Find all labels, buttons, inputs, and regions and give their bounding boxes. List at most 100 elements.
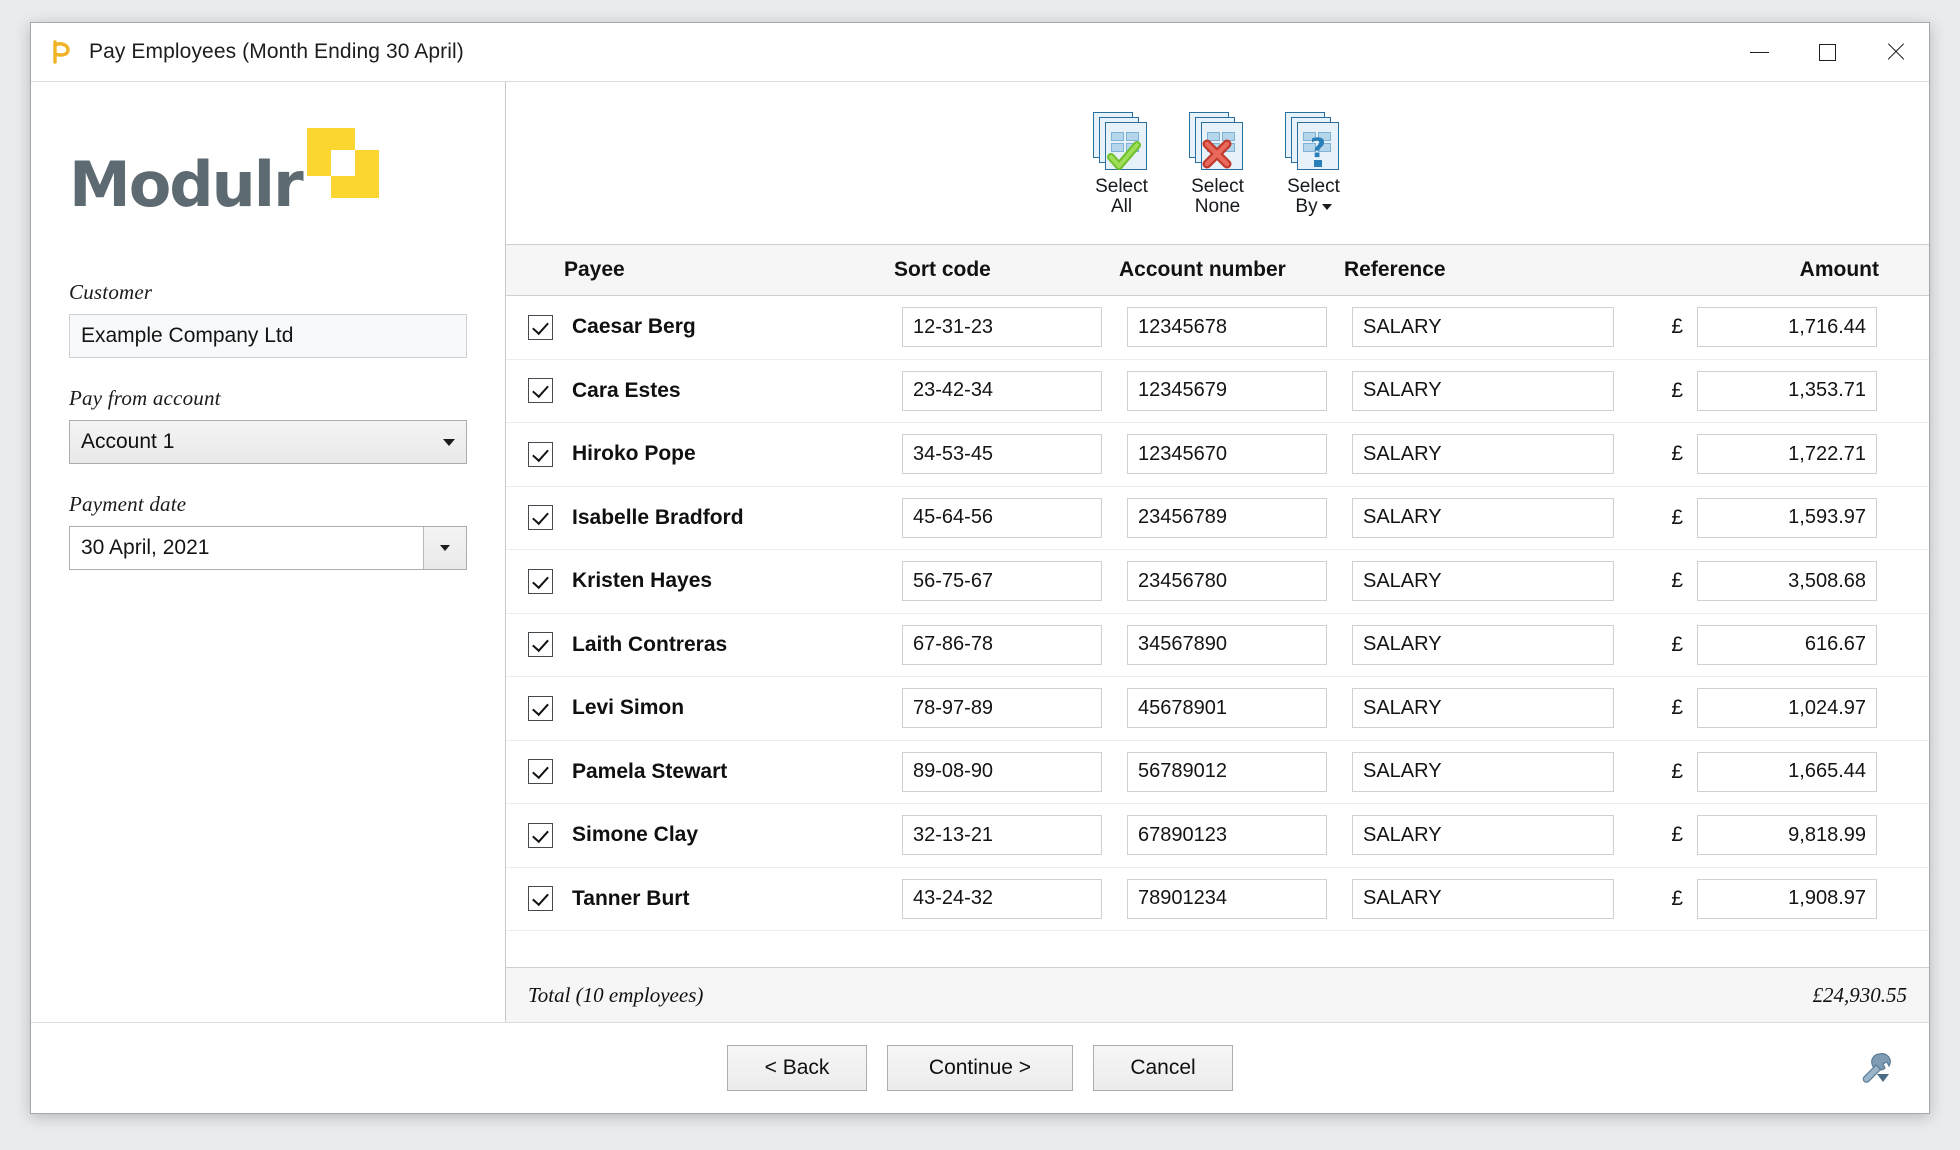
pay-from-account-select[interactable]: Account 1 [69,420,467,464]
payment-date-picker[interactable]: 30 April, 2021 [69,526,467,570]
row-reference-input[interactable]: SALARY [1352,624,1614,665]
totals-label: Total (10 employees) [528,982,704,1007]
row-amount-input[interactable]: 1,593.97 [1697,497,1877,538]
row-account-number-input-cell: 78901234 [1127,878,1352,919]
row-payee-name: Simone Clay [572,823,699,847]
main-panel: Select All Select None ? Select By Payee… [506,82,1929,1022]
titlebar-left: Pay Employees (Month Ending 30 April) [31,39,464,65]
table-row[interactable]: Caesar Berg 12-31-23 12345678 SALARY £1,716.… [506,296,1929,360]
row-checkbox[interactable] [528,695,553,721]
row-currency-symbol: £ [1671,823,1683,847]
header-account-number: Account number [1119,258,1286,281]
row-reference-input-cell: SALARY [1352,307,1637,348]
row-sort-code-input[interactable]: 56-75-67 [902,561,1102,602]
row-sort-code-input[interactable]: 43-24-32 [902,878,1102,919]
row-amount-input-cell: 1,593.97 [1697,497,1887,538]
table-row[interactable]: Cara Estes 23-42-34 12345679 SALARY £1,353.7… [506,360,1929,423]
cancel-button[interactable]: Cancel [1093,1045,1233,1091]
payment-date-dropdown-button[interactable] [423,527,466,569]
row-amount-input[interactable]: 1,908.97 [1697,878,1877,919]
row-amount-input[interactable]: 3,508.68 [1697,561,1877,602]
row-sort-code-input[interactable]: 12-31-23 [902,307,1102,348]
table-row[interactable]: Laith Contreras 67-86-78 34567890 SALARY £61… [506,614,1929,677]
row-checkbox[interactable] [528,505,553,531]
continue-button[interactable]: Continue > [887,1045,1073,1091]
row-reference-input[interactable]: SALARY [1352,370,1614,411]
chevron-down-icon [443,438,455,446]
row-amount-input-cell: 616.67 [1697,624,1887,665]
row-sort-code-input[interactable]: 67-86-78 [902,624,1102,665]
row-sort-code-input[interactable]: 32-13-21 [902,815,1102,856]
pay-from-account-label: Pay from account [69,386,221,410]
close-button[interactable] [1861,23,1929,81]
row-account-number-input[interactable]: 56789012 [1127,751,1327,792]
window-title: Pay Employees (Month Ending 30 April) [89,40,464,63]
customer-input[interactable]: Example Company Ltd [69,314,467,358]
row-account-number-input[interactable]: 23456789 [1127,497,1327,538]
row-account-number-input[interactable]: 12345670 [1127,434,1327,475]
row-reference-input[interactable]: SALARY [1352,688,1614,729]
row-amount-input[interactable]: 1,716.44 [1697,307,1877,348]
row-reference-input[interactable]: SALARY [1352,878,1614,919]
select-none-button[interactable]: Select None [1170,106,1266,222]
row-account-number-input[interactable]: 12345679 [1127,370,1327,411]
row-amount-input[interactable]: 1,024.97 [1697,688,1877,729]
table-row[interactable]: Tanner Burt 43-24-32 78901234 SALARY £1,908.… [506,868,1929,931]
row-amount-input[interactable]: 1,722.71 [1697,434,1877,475]
row-account-number-input[interactable]: 12345678 [1127,307,1327,348]
row-checkbox[interactable] [528,822,553,848]
row-checkbox[interactable] [528,441,553,467]
row-payee-name: Caesar Berg [572,315,696,339]
row-checkbox[interactable] [528,759,553,785]
row-currency-symbol: £ [1671,569,1683,593]
row-account-number-input[interactable]: 67890123 [1127,815,1327,856]
row-sort-code-input[interactable]: 34-53-45 [902,434,1102,475]
row-reference-input[interactable]: SALARY [1352,751,1614,792]
table-row[interactable]: Levi Simon 78-97-89 45678901 SALARY £1,024.9… [506,677,1929,741]
row-amount-input[interactable]: 1,665.44 [1697,751,1877,792]
payment-date-value[interactable]: 30 April, 2021 [70,527,423,569]
row-checkbox[interactable] [528,314,553,340]
back-button[interactable]: < Back [727,1045,867,1091]
row-sort-code-input[interactable]: 78-97-89 [902,688,1102,729]
select-none-label-line1: Select [1191,176,1244,197]
row-reference-input[interactable]: SALARY [1352,497,1614,538]
row-sort-code-input-cell: 32-13-21 [902,815,1127,856]
row-checkbox[interactable] [528,568,553,594]
table-row[interactable]: Simone Clay 32-13-21 67890123 SALARY £9,818.… [506,804,1929,868]
row-reference-input-cell: SALARY [1352,497,1637,538]
table-row[interactable]: Pamela Stewart 89-08-90 56789012 SALARY £1,6… [506,741,1929,804]
row-account-number-input[interactable]: 23456780 [1127,561,1327,602]
wrench-dropdown-icon[interactable] [1855,1048,1895,1088]
row-reference-input[interactable]: SALARY [1352,434,1614,475]
row-account-number-input[interactable]: 45678901 [1127,688,1327,729]
table-row[interactable]: Hiroko Pope 34-53-45 12345670 SALARY £1,722.… [506,423,1929,487]
row-amount-input[interactable]: 616.67 [1697,624,1877,665]
row-checkbox[interactable] [528,632,553,658]
row-sort-code-input[interactable]: 45-64-56 [902,497,1102,538]
row-checkbox[interactable] [528,886,553,912]
row-sort-code-input-cell: 12-31-23 [902,307,1127,348]
select-by-button[interactable]: ? Select By [1266,106,1362,222]
row-reference-input-cell: SALARY [1352,751,1637,792]
row-sort-code-input[interactable]: 89-08-90 [902,751,1102,792]
header-reference: Reference [1344,258,1446,281]
row-payee-name: Pamela Stewart [572,759,728,783]
row-amount-input[interactable]: 1,353.71 [1697,370,1877,411]
row-sort-code-input[interactable]: 23-42-34 [902,370,1102,411]
row-amount-input[interactable]: 9,818.99 [1697,815,1877,856]
row-reference-input[interactable]: SALARY [1352,307,1614,348]
totals-value: £24,930.55 [1812,982,1908,1007]
row-reference-input[interactable]: SALARY [1352,561,1614,602]
maximize-button[interactable] [1793,23,1861,81]
select-all-label-line1: Select [1095,176,1148,197]
select-all-button[interactable]: Select All [1074,106,1170,222]
row-reference-input[interactable]: SALARY [1352,815,1614,856]
row-currency-symbol: £ [1671,378,1683,402]
table-row[interactable]: Kristen Hayes 56-75-67 23456780 SALARY £3,50… [506,550,1929,614]
table-row[interactable]: Isabelle Bradford 45-64-56 23456789 SALARY £… [506,487,1929,550]
row-checkbox[interactable] [528,378,553,404]
minimize-button[interactable] [1725,23,1793,81]
row-account-number-input[interactable]: 78901234 [1127,878,1327,919]
row-account-number-input[interactable]: 34567890 [1127,624,1327,665]
